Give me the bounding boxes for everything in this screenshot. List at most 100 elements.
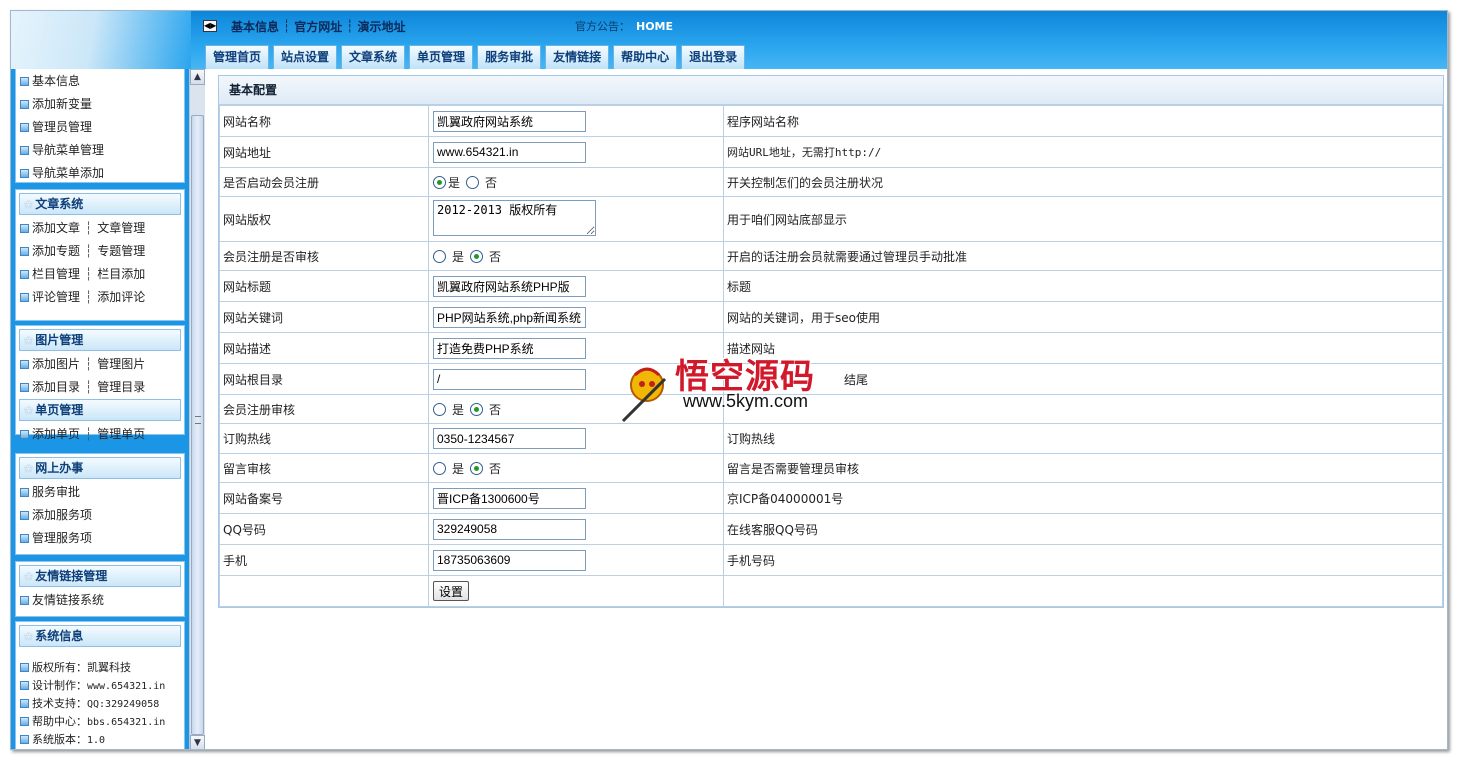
sidebar-item-nav-manage[interactable]: 导航菜单管理 [16,139,184,162]
sidebar-item-label: 添加服务项 [32,508,93,522]
sidebar-link-article-manage[interactable]: 文章管理 [97,221,145,235]
sidebar-link-page-manage[interactable]: 管理单页 [97,427,145,441]
submit-button[interactable]: 设置 [433,581,470,601]
sidebar-item-label: 管理员管理 [32,120,93,134]
field-label: 网站标题 [219,270,429,302]
sidebar-section-title[interactable]: ✩ 友情链接管理 [19,565,181,587]
site-url-input[interactable] [433,141,586,163]
member-reg-no-radio[interactable] [466,175,480,189]
site-keywords-input[interactable] [433,306,586,328]
sidebar-link-add-article[interactable]: 添加文章 [32,221,80,235]
sidebar-section-title[interactable]: ✩ 图片管理 [19,329,181,351]
watermark-url: www.5kym.com [683,391,809,411]
icp-number-input[interactable] [433,487,586,509]
qq-number-input[interactable] [433,518,586,540]
sidebar-item-friend-links[interactable]: 友情链接系统 [16,589,184,612]
sidebar-item-nav-add[interactable]: 导航菜单添加 [16,162,184,185]
scroll-up-button[interactable]: ▲ [190,69,205,85]
sidebar-link-comment-manage[interactable]: 评论管理 [32,290,80,304]
sidebar-item-basic-info[interactable]: 基本信息 [16,70,184,93]
tab-bar: 管理首页 站点设置 文章系统 单页管理 服务审批 友情链接 帮助中心 退出登录 [205,45,749,69]
tab-friend-links[interactable]: 友情链接 [545,45,610,69]
sidebar-item-admin-manage[interactable]: 管理员管理 [16,116,184,139]
sidebar-link-add-page[interactable]: 添加单页 [32,427,80,441]
sidebar-item-service-approval[interactable]: 服务审批 [16,481,184,504]
sidebar-link-column-add[interactable]: 栏目添加 [97,267,145,281]
sidebar-item-service-manage[interactable]: 管理服务项 [16,527,184,550]
sidebar-link-image-manage[interactable]: 管理图片 [97,357,145,371]
site-title-input[interactable] [433,275,586,297]
sidebar-row: 添加专题 ┆ 专题管理 [16,240,184,263]
sidebar-section-title[interactable]: ✩ 文章系统 [19,193,181,215]
sidebar-link-topic-manage[interactable]: 专题管理 [97,244,145,258]
site-name-input[interactable] [433,110,586,132]
field-label: 网站名称 [219,105,429,137]
field-cell [428,423,724,454]
member-audit-yes-radio[interactable] [433,249,446,263]
info-label: 技术支持： [32,697,87,710]
toggle-sidebar-icon[interactable]: ◀▶ [203,20,217,32]
radio-label: 否 [485,175,498,190]
scroll-thumb[interactable] [191,115,204,735]
sysinfo-copyright: 版权所有：凯翼科技 [16,659,184,677]
message-audit-yes-radio[interactable] [433,461,446,475]
sidebar-item-add-variable[interactable]: 添加新变量 [16,93,184,116]
scroll-down-button[interactable]: ▼ [190,735,205,749]
table-row: 网站标题 标题 [219,270,1443,302]
sidebar-image-box: ✩ 图片管理 添加图片 ┆ 管理图片 添加目录 ┆ 管理目录 ✩ 单页管理 添加单页 ┆ 管理单… [15,325,185,441]
sidebar-link-add-comment[interactable]: 添加评论 [97,290,145,304]
table-row: 网站名称 程序网站名称 [219,105,1443,137]
sidebar-row: 添加单页 ┆ 管理单页 [16,423,184,446]
reg-audit-yes-radio[interactable] [433,402,446,416]
hotline-input[interactable] [433,428,586,449]
table-row: 网站地址 网站URL地址，无需打http:// [219,136,1443,168]
info-label: 系统版本： [32,733,87,746]
sidebar-link-dir-manage[interactable]: 管理目录 [97,380,145,394]
site-description-input[interactable] [433,337,586,359]
tab-article-system[interactable]: 文章系统 [341,45,406,69]
message-audit-no-radio[interactable] [470,461,484,475]
tab-single-page[interactable]: 单页管理 [409,45,474,69]
divider: ┆ [85,290,93,304]
star-icon: ✩ [24,630,34,643]
member-audit-no-radio[interactable] [470,249,484,263]
toplink-demo-site[interactable]: 演示地址 [358,18,406,35]
notice-value[interactable]: HOME [636,20,673,33]
field-label: 网站关键词 [219,301,429,333]
toplink-official-site[interactable]: 官方网址 [294,18,342,35]
sidebar-link-column-manage[interactable]: 栏目管理 [32,267,80,281]
section-title-text: 单页管理 [35,403,84,417]
sidebar-link-add-topic[interactable]: 添加专题 [32,244,80,258]
square-bullet-icon [20,247,29,256]
tab-help-center[interactable]: 帮助中心 [613,45,678,69]
field-label: 网站根目录 [219,363,429,395]
sidebar-item-add-service[interactable]: 添加服务项 [16,504,184,527]
sidebar-scrollbar[interactable]: ▲ ▼ [189,69,205,749]
divider: ┆ [85,267,93,281]
sidebar-links-box: ✩ 友情链接管理 友情链接系统 [15,561,185,617]
field-description: 程序网站名称 [723,105,1443,137]
site-root-input[interactable] [433,368,586,390]
copyright-textarea[interactable]: 2012-2013 版权所有 [433,199,596,236]
sidebar-link-add-image[interactable]: 添加图片 [32,357,80,371]
info-label: 设计制作： [32,679,87,692]
member-reg-yes-radio[interactable] [433,175,446,189]
toplink-basic-info[interactable]: 基本信息 [231,18,279,35]
tab-site-settings[interactable]: 站点设置 [273,45,338,69]
reg-audit-no-radio[interactable] [470,402,484,416]
field-description: 用于咱们网站底部显示 [723,196,1443,242]
divider: ┆ [283,19,291,33]
info-value: 凯翼科技 [87,661,131,674]
sidebar-section-title[interactable]: ✩ 单页管理 [19,399,181,421]
field-description: 订购热线 [723,423,1443,454]
field-description: 网站URL地址，无需打http:// [723,136,1443,168]
tab-logout[interactable]: 退出登录 [681,45,746,69]
mobile-input[interactable] [433,549,586,571]
sidebar-row: 评论管理 ┆ 添加评论 [16,286,184,309]
table-row: 会员注册是否审核 是否 开启的话注册会员就需要通过管理员手动批准 [219,241,1443,271]
sidebar-link-add-dir[interactable]: 添加目录 [32,380,80,394]
tab-service-approval[interactable]: 服务审批 [477,45,542,69]
info-value: www.654321.in [87,681,166,692]
tab-admin-home[interactable]: 管理首页 [205,45,270,69]
sidebar-section-title[interactable]: ✩ 网上办事 [19,457,181,479]
